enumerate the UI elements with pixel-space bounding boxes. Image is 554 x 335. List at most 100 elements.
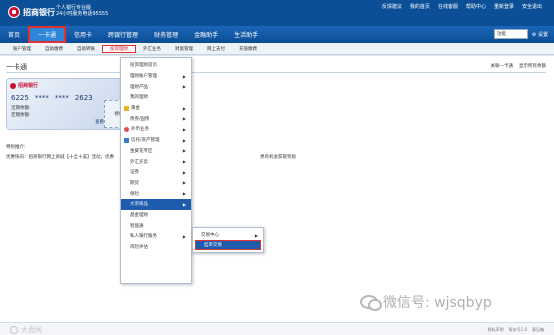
- card-number-part: 2623: [74, 94, 93, 102]
- subnav-recharge[interactable]: 充值缴费: [232, 46, 264, 52]
- subnav-payment[interactable]: 自助缴费: [38, 46, 70, 52]
- chevron-right-icon: ▶: [182, 180, 186, 186]
- menu-item-label: 大宗商品: [130, 202, 148, 208]
- menu-item-smart[interactable]: 智能通: [121, 220, 191, 231]
- nav-home[interactable]: 首页: [0, 26, 28, 43]
- subnav-online-pay[interactable]: 网上支付: [200, 46, 232, 52]
- chevron-right-icon: ▶: [182, 169, 186, 175]
- subnav-account[interactable]: 账户管理: [6, 46, 38, 52]
- sub-nav: 账户管理 自助缴费 自助转账 投资理财 外汇业务 财富管理 网上支付 充值缴费: [0, 43, 554, 55]
- menu-item-account-manage[interactable]: 理财账户管理 ▶: [121, 71, 191, 82]
- header: 招商银行 个人银行专业版 24小时服务电话95555 反馈建议 我的首页 在线客…: [0, 0, 554, 26]
- top-link-logout[interactable]: 安全退出: [522, 3, 542, 10]
- card-current-balance-label: 活期余额:: [11, 106, 31, 111]
- nav-right: 功能 ⚙ 设置: [493, 29, 548, 39]
- main-content: 一卡通 关联一卡通 显示所有余额 招商银行 6225 **** **** 262…: [0, 56, 554, 322]
- top-link-help[interactable]: 帮助中心: [466, 3, 486, 10]
- main-nav: 首页 一卡通 信用卡 跨银行管理 财务管理 金融助手 生活助手 功能 ⚙ 设置: [0, 26, 554, 43]
- submenu-item-order-trading[interactable]: 挂单交易: [195, 240, 261, 250]
- gold-icon: [124, 105, 129, 111]
- menu-item-gold[interactable]: 黄金 ▶: [121, 103, 191, 114]
- subnav-investment[interactable]: 投资理财: [102, 44, 136, 53]
- top-link-relogin[interactable]: 重新登录: [494, 3, 514, 10]
- menu-item-commodities[interactable]: 大宗商品 ▶: [121, 198, 191, 210]
- menu-item-label: 黄金: [131, 106, 140, 112]
- nav-life-assistant[interactable]: 生活助手: [226, 26, 266, 43]
- footer-logo: 大盘网: [10, 325, 42, 335]
- tip-text[interactable]: 优惠快讯：招商银行网上商城【十全十美】活动，优惠: [6, 154, 124, 160]
- footer-link-privacy[interactable]: 隐私声明: [488, 327, 504, 333]
- nav-cross-bank[interactable]: 跨银行管理: [100, 26, 146, 43]
- menu-item-my-finance[interactable]: 我的理财: [121, 92, 191, 103]
- function-select[interactable]: 功能: [493, 29, 528, 39]
- menu-item-label: 外汇买卖: [130, 159, 148, 165]
- footer-logo-text: 大盘网: [21, 326, 42, 334]
- chevron-right-icon: ▶: [182, 191, 186, 197]
- menu-item-risk-assessment[interactable]: 风险评估: [121, 242, 191, 253]
- footer-logo-icon: [10, 326, 18, 334]
- card-number-part: ****: [34, 94, 49, 102]
- link-associate-card[interactable]: 关联一卡通: [491, 63, 514, 69]
- subnav-transfer[interactable]: 自助转账: [70, 46, 102, 52]
- menu-item-label: 风险评估: [130, 245, 148, 251]
- top-link-home[interactable]: 我的首页: [410, 3, 430, 10]
- menu-item-fund[interactable]: 基金理财: [121, 210, 191, 221]
- settings-label: 设置: [537, 31, 548, 38]
- menu-item-private-banking[interactable]: 私人银行服务 ▶: [121, 231, 191, 242]
- menu-item-investment-home[interactable]: 投资理财首页: [121, 60, 191, 71]
- menu-item-forex[interactable]: 外汇买卖 ▶: [121, 156, 191, 167]
- menu-item-securities[interactable]: 证券 ▶: [121, 167, 191, 178]
- chevron-right-icon: ▶: [182, 116, 186, 122]
- menu-item-insurance[interactable]: 保险 ▶: [121, 188, 191, 199]
- menu-item-label: 投资理财首页: [130, 63, 157, 69]
- footer-links: 隐私声明 版本号1.0 意见箱: [488, 327, 544, 333]
- menu-item-bonds[interactable]: 债券/国债 ▶: [121, 113, 191, 124]
- menu-item-label: 我的理财: [130, 95, 148, 101]
- chevron-right-icon: ▶: [182, 126, 186, 132]
- card-number-part: ****: [54, 94, 69, 102]
- nav-credit-card[interactable]: 信用卡: [66, 26, 100, 43]
- menu-item-label: 信托/资产管理: [131, 138, 160, 144]
- card-number-part: 6225: [11, 94, 29, 102]
- top-link-online-service[interactable]: 在线客服: [438, 3, 458, 10]
- nav-debit-card[interactable]: 一卡通: [28, 26, 67, 43]
- menu-item-foreign-currency[interactable]: 外币业务 ▶: [121, 124, 191, 135]
- menu-item-sunflower[interactable]: 金葵花专区 ▶: [121, 146, 191, 157]
- tip-text-tail: 更有机会获取奖励: [260, 155, 296, 160]
- header-subtitle: 个人银行专业版 24小时服务电话95555: [56, 5, 108, 17]
- card-fixed-balance-label: 定期余额:: [11, 113, 31, 118]
- bank-name: 招商银行: [23, 7, 55, 17]
- submenu-item-trading-center[interactable]: 交易中心 ▶: [193, 230, 263, 240]
- menu-item-label: 金葵花专区: [130, 148, 153, 154]
- chevron-right-icon: ▶: [182, 233, 186, 239]
- investment-dropdown-menu: 投资理财首页 理财账户管理 ▶ 理财产品 ▶ 我的理财 黄金 ▶ 债券/国债 ▶ 外币业…: [120, 57, 192, 284]
- menu-item-trust[interactable]: 信托/资产管理 ▶: [121, 135, 191, 146]
- commodities-submenu: 交易中心 ▶ 挂单交易: [192, 227, 264, 253]
- top-link-feedback[interactable]: 反馈建议: [382, 3, 402, 10]
- chevron-right-icon: ▶: [182, 84, 186, 90]
- header-subtitle-line2: 24小时服务电话95555: [56, 11, 109, 17]
- divider: [6, 72, 546, 73]
- wechat-icon: [360, 295, 382, 311]
- settings-link[interactable]: ⚙ 设置: [532, 31, 548, 38]
- menu-item-label: 理财账户管理: [130, 74, 157, 80]
- menu-item-label: 证券: [130, 170, 139, 176]
- subnav-wealth[interactable]: 财富管理: [168, 46, 200, 52]
- page-links: 关联一卡通 显示所有余额: [491, 63, 547, 69]
- top-links: 反馈建议 我的首页 在线客服 帮助中心 重新登录 安全退出: [382, 3, 542, 10]
- menu-item-label: 保险: [130, 191, 139, 197]
- card-logo: 招商银行: [10, 82, 38, 89]
- menu-item-label: 智能通: [130, 223, 144, 229]
- menu-item-label: 期货: [130, 180, 139, 186]
- nav-finance-assistant[interactable]: 金融助手: [186, 26, 226, 43]
- footer-link-feedback[interactable]: 意见箱: [532, 327, 544, 333]
- currency-icon: [124, 126, 129, 132]
- menu-item-futures[interactable]: 期货 ▶: [121, 178, 191, 189]
- menu-item-label: 理财产品: [130, 84, 148, 90]
- nav-finance[interactable]: 财务管理: [146, 26, 186, 43]
- link-show-balances[interactable]: 显示所有余额: [519, 63, 546, 69]
- chevron-right-icon: ▶: [182, 73, 186, 79]
- chevron-right-icon: ▶: [254, 232, 258, 238]
- subnav-forex[interactable]: 外汇业务: [136, 46, 168, 52]
- menu-item-products[interactable]: 理财产品 ▶: [121, 81, 191, 92]
